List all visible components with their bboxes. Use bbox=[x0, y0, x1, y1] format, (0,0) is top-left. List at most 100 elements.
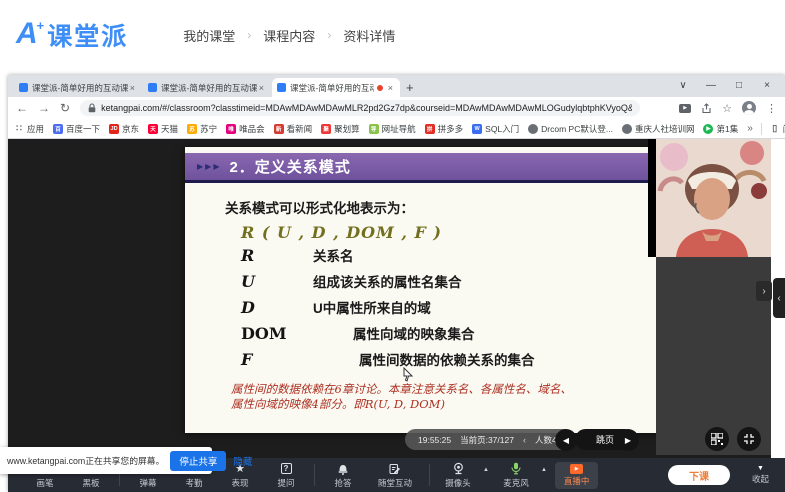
bookmarks-overflow-icon[interactable]: » bbox=[747, 123, 753, 134]
browser-tab-2[interactable]: 课堂派-简单好用的互动课堂管理 × bbox=[143, 78, 271, 97]
toolbar-right-icons: ▶ ☆ ⋮ bbox=[679, 101, 777, 115]
definition-row: DOM 属性向域的映象集合 bbox=[241, 320, 662, 346]
tab-close-icon[interactable]: × bbox=[128, 83, 137, 93]
bookmark-label: SQL入门 bbox=[485, 123, 519, 135]
bookmark-label: 网址导航 bbox=[382, 123, 416, 135]
breadcrumb-material-detail[interactable]: 资料详情 bbox=[343, 26, 395, 45]
site-header: A + 课堂派 我的课堂 › 课程内容 › 资料详情 bbox=[0, 0, 785, 70]
definition-term: U bbox=[241, 272, 297, 291]
panel-expand-button[interactable]: › bbox=[756, 281, 772, 301]
new-tab-button[interactable]: + bbox=[406, 80, 414, 95]
bookmark-vip[interactable]: 唯唯品会 bbox=[226, 123, 265, 135]
bookmark-cq-training[interactable]: 重庆人社培训网 bbox=[622, 123, 695, 135]
screen: A + 课堂派 我的课堂 › 课程内容 › 资料详情 课堂派-简单好用的互动课堂… bbox=[0, 0, 785, 492]
toolbar-question-button[interactable]: ? 提问 bbox=[263, 462, 309, 489]
breadcrumb-my-classroom[interactable]: 我的课堂 bbox=[183, 26, 235, 45]
qr-code-button[interactable] bbox=[705, 427, 729, 451]
video-play-favicon: ▶ bbox=[703, 124, 713, 134]
tab-sharing-indicator-icon[interactable]: ▶ bbox=[679, 104, 691, 113]
current-page-indicator: 当前页:37/127 bbox=[460, 434, 514, 446]
exit-fullscreen-button[interactable] bbox=[737, 427, 761, 451]
toolbar-label: 提问 bbox=[277, 477, 294, 489]
browser-menu-icon[interactable]: ⋮ bbox=[766, 102, 777, 115]
ketangpai-logo[interactable]: A + 课堂派 bbox=[16, 17, 128, 53]
definition-desc: 关系名 bbox=[313, 245, 354, 265]
bookmark-label: 苏宁 bbox=[200, 123, 217, 135]
address-bar[interactable]: ketangpai.com/#/classroom?classtimeid=MD… bbox=[80, 100, 640, 116]
toolbar-buzzer-button[interactable]: 抢答 bbox=[320, 462, 366, 489]
suning-favicon: 苏 bbox=[187, 124, 197, 134]
bookmark-drcom[interactable]: Drcom PC默认登... bbox=[528, 123, 613, 135]
definition-row: D U中属性所来自的域 bbox=[241, 294, 662, 320]
back-icon[interactable]: ← bbox=[16, 101, 28, 115]
breadcrumb: 我的课堂 › 课程内容 › 资料详情 bbox=[183, 26, 395, 45]
toolbar-interaction-button[interactable]: 随堂互动 bbox=[366, 462, 424, 489]
bookmark-sql[interactable]: WSQL入门 bbox=[472, 123, 519, 135]
end-class-button[interactable]: 下课 bbox=[668, 465, 730, 485]
toolbar-label: 麦克风 bbox=[503, 477, 529, 489]
tab-close-icon[interactable]: × bbox=[386, 83, 395, 93]
reading-list-button[interactable]: ▯阅读清单 bbox=[770, 123, 785, 135]
toolbar-divider bbox=[429, 464, 430, 486]
slide-note: 属性间的数据依赖在6章讨论。本章注意关系名、各属性名、域名、 属性向域的映像4部… bbox=[231, 382, 662, 412]
bookmark-baidu[interactable]: 百百度一下 bbox=[53, 123, 100, 135]
reload-icon[interactable]: ↻ bbox=[60, 101, 70, 115]
teacher-webcam-video bbox=[648, 139, 771, 257]
breadcrumb-separator: › bbox=[327, 28, 331, 42]
bookmark-juhuasuan[interactable]: 聚聚划算 bbox=[321, 123, 360, 135]
bookmark-news[interactable]: 新看新闻 bbox=[274, 123, 313, 135]
definition-row: R 关系名 bbox=[241, 242, 662, 268]
webcam-panel bbox=[656, 257, 771, 455]
minimize-button[interactable]: — bbox=[697, 80, 725, 91]
toolbar-label: 考勤 bbox=[185, 477, 202, 489]
next-page-button[interactable]: ▶ bbox=[617, 429, 639, 451]
live-status-label: 直播中 bbox=[564, 475, 590, 487]
camera-options-arrow[interactable]: ▲ bbox=[483, 467, 489, 473]
panel-collapse-handle[interactable]: ‹ bbox=[773, 278, 785, 318]
hide-notification-button[interactable]: 隐藏 bbox=[233, 454, 252, 468]
tab-favicon bbox=[148, 83, 157, 92]
apps-grid-icon: ∷ bbox=[14, 124, 24, 134]
globe-icon bbox=[622, 124, 632, 134]
maximize-button[interactable]: □ bbox=[725, 80, 753, 91]
toolbar-camera-button[interactable]: 摄像头 bbox=[435, 462, 481, 489]
tab-title: 课堂派-简单好用的互动课堂管理 bbox=[32, 82, 128, 94]
title-arrow-icon: ▶ bbox=[213, 162, 219, 171]
definition-term: DOM bbox=[241, 324, 297, 343]
bookmark-nav-site[interactable]: 导网址导航 bbox=[369, 123, 416, 135]
bookmark-star-icon[interactable]: ☆ bbox=[722, 102, 732, 115]
bookmark-tmall[interactable]: 天天猫 bbox=[148, 123, 178, 135]
breadcrumb-course-content[interactable]: 课程内容 bbox=[263, 26, 315, 45]
jd-favicon: JD bbox=[109, 124, 119, 134]
browser-tab-3-active[interactable]: 课堂派-简单好用的互动课堂管理 × bbox=[272, 78, 400, 97]
bookmark-episode1[interactable]: ▶第1集 bbox=[703, 123, 738, 135]
profile-avatar[interactable] bbox=[742, 101, 756, 115]
share-icon[interactable] bbox=[701, 103, 712, 114]
tab-search-chevron-icon[interactable]: ∨ bbox=[669, 80, 697, 91]
mic-options-arrow[interactable]: ▲ bbox=[541, 467, 547, 473]
bookmark-pinduoduo[interactable]: 拼拼多多 bbox=[425, 123, 464, 135]
live-status-button[interactable]: ▶ 直播中 bbox=[555, 462, 599, 489]
forward-icon[interactable]: → bbox=[38, 101, 50, 115]
tab-close-icon[interactable]: × bbox=[257, 83, 266, 93]
collapse-toolbar-button[interactable]: ▼ 收起 bbox=[752, 465, 769, 485]
definition-desc: U中属性所来自的域 bbox=[313, 297, 431, 317]
news-favicon: 新 bbox=[274, 124, 284, 134]
browser-toolbar: ← → ↻ ketangpai.com/#/classroom?classtim… bbox=[8, 97, 785, 119]
bookmark-suning[interactable]: 苏苏宁 bbox=[187, 123, 217, 135]
toolbar-mic-button[interactable]: 麦克风 bbox=[493, 462, 539, 489]
prev-page-button[interactable]: ◀ bbox=[555, 429, 577, 451]
browser-tab-1[interactable]: 课堂派-简单好用的互动课堂管理 × bbox=[14, 78, 142, 97]
definition-desc: 组成该关系的属性名集合 bbox=[313, 271, 462, 291]
definition-term: F bbox=[241, 350, 297, 369]
stop-sharing-button[interactable]: 停止共享 bbox=[170, 451, 226, 471]
toolbar-label: 表现 bbox=[231, 477, 248, 489]
bookmark-apps[interactable]: ∷应用 bbox=[14, 123, 44, 135]
close-window-button[interactable]: × bbox=[753, 80, 781, 91]
play-glyph: ▶ bbox=[683, 105, 687, 111]
bookmark-jd[interactable]: JD京东 bbox=[109, 123, 139, 135]
collapse-label: 收起 bbox=[752, 473, 769, 485]
bookmark-label: 京东 bbox=[122, 123, 139, 135]
bookmarks-right-group: » ▯阅读清单 bbox=[747, 123, 785, 135]
bookmark-label: 唯品会 bbox=[239, 123, 265, 135]
